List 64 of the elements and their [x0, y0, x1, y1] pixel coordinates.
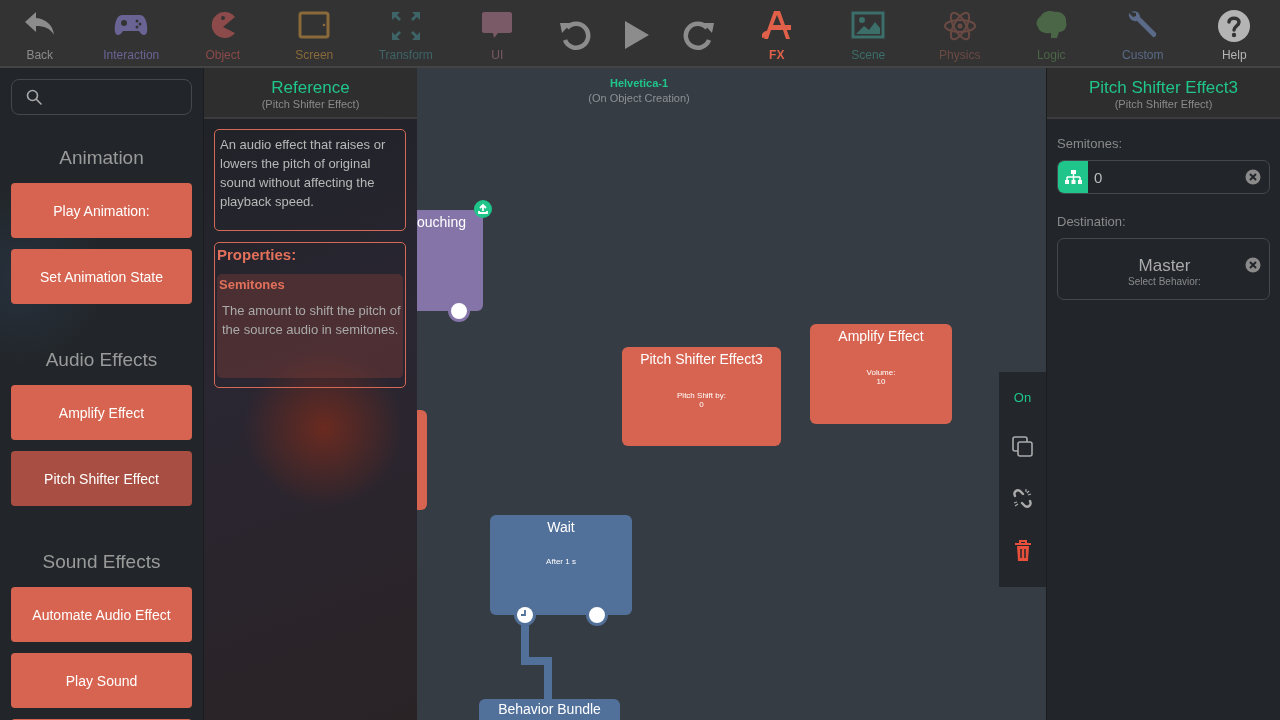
toolbar-label[interactable]: Custom	[1122, 48, 1164, 62]
clear-icon[interactable]	[1245, 169, 1261, 185]
behavior-node[interactable]: Wait After 1 s	[490, 515, 632, 615]
upload-icon	[474, 200, 492, 218]
redo-icon[interactable]	[682, 18, 717, 52]
search-field[interactable]	[11, 79, 192, 115]
node-parameter: Volume:	[865, 368, 897, 377]
toolbar-label[interactable]: Scene	[851, 48, 886, 62]
panel-title: Pitch Shifter Effect3	[1088, 77, 1239, 98]
copy-icon[interactable]	[1011, 435, 1034, 458]
unlink-icon[interactable]	[1011, 487, 1034, 510]
toggle-switch[interactable]: On	[1013, 390, 1032, 406]
behavior-button[interactable]: Automate Audio Effect	[11, 587, 192, 642]
behavior-button[interactable]: Play Sound	[11, 653, 192, 708]
panel-subtitle: (Pitch Shifter Effect)	[1113, 97, 1214, 110]
property-description: The amount to shift the pitch of the source audio in semitones.	[221, 302, 401, 339]
node-title: ouching	[417, 214, 468, 230]
toolbar-label[interactable]: Interaction	[103, 48, 160, 62]
event-name: (On Object Creation)	[587, 92, 691, 104]
field-label: Semitones:	[1057, 136, 1124, 152]
help-icon[interactable]	[1216, 8, 1253, 42]
node-title: Wait	[546, 519, 576, 535]
semitones-field[interactable]: 0	[1057, 160, 1270, 194]
property-name: Semitones	[219, 277, 286, 292]
toolbar-label[interactable]: Help	[1221, 48, 1247, 62]
clock-port-icon	[514, 604, 536, 626]
node-title: Behavior Bundle	[497, 701, 602, 717]
panel-subtitle: (Pitch Shifter Effect)	[260, 97, 361, 110]
behavior-node[interactable]: ouching	[417, 210, 483, 311]
behavior-node[interactable]: Behavior Bundle	[479, 699, 620, 720]
node-card[interactable]	[417, 410, 427, 510]
field-label: Destination:	[1057, 214, 1127, 230]
selector-hint: Select Behavior:	[1127, 275, 1202, 288]
behavior-button[interactable]: Amplify Effect	[11, 385, 192, 440]
node-value: 0	[698, 400, 705, 409]
section-heading: Audio Effects	[44, 348, 159, 372]
behavior-node[interactable]: Amplify Effect Volume: 10	[810, 324, 952, 424]
undo-icon[interactable]	[557, 18, 592, 52]
node-parameter: After 1 s	[545, 557, 577, 566]
behavior-button[interactable]: Pitch Shifter Effect	[11, 451, 192, 506]
node-title: Amplify Effect	[837, 328, 925, 344]
toolbar-label[interactable]: Back	[26, 48, 54, 62]
node-parameter: Pitch Shift by:	[676, 391, 727, 400]
toolbar-label[interactable]: UI	[491, 48, 504, 62]
search-icon	[26, 89, 42, 105]
connection-port[interactable]	[586, 604, 608, 626]
clear-icon[interactable]	[1245, 257, 1261, 273]
section-heading: Sound Effects	[41, 550, 162, 574]
properties-heading: Properties:	[217, 246, 298, 264]
toolbar-label[interactable]: Screen	[295, 48, 334, 62]
behavior-button[interactable]: Set Animation State	[11, 249, 192, 304]
toolbar-label[interactable]: Object	[205, 48, 241, 62]
hierarchy-icon[interactable]	[1063, 169, 1083, 185]
object-name: Helvetica-1	[608, 77, 670, 89]
behavior-node[interactable]: Pitch Shifter Effect3 Pitch Shift by: 0	[622, 347, 781, 446]
destination-selector[interactable]: Master Select Behavior:	[1057, 238, 1270, 300]
node-value: 10	[875, 377, 887, 386]
description-text: An audio effect that raises or lowers the pitch of original sound without affecting the playback speed.	[214, 129, 406, 231]
panel-title: Reference	[270, 77, 351, 98]
section-heading: Animation	[58, 146, 145, 170]
connection-port[interactable]	[448, 300, 470, 322]
toolbar-label[interactable]: FX	[769, 48, 785, 62]
node-title: Pitch Shifter Effect3	[639, 351, 764, 367]
behavior-button[interactable]: Play Animation:	[11, 183, 192, 238]
